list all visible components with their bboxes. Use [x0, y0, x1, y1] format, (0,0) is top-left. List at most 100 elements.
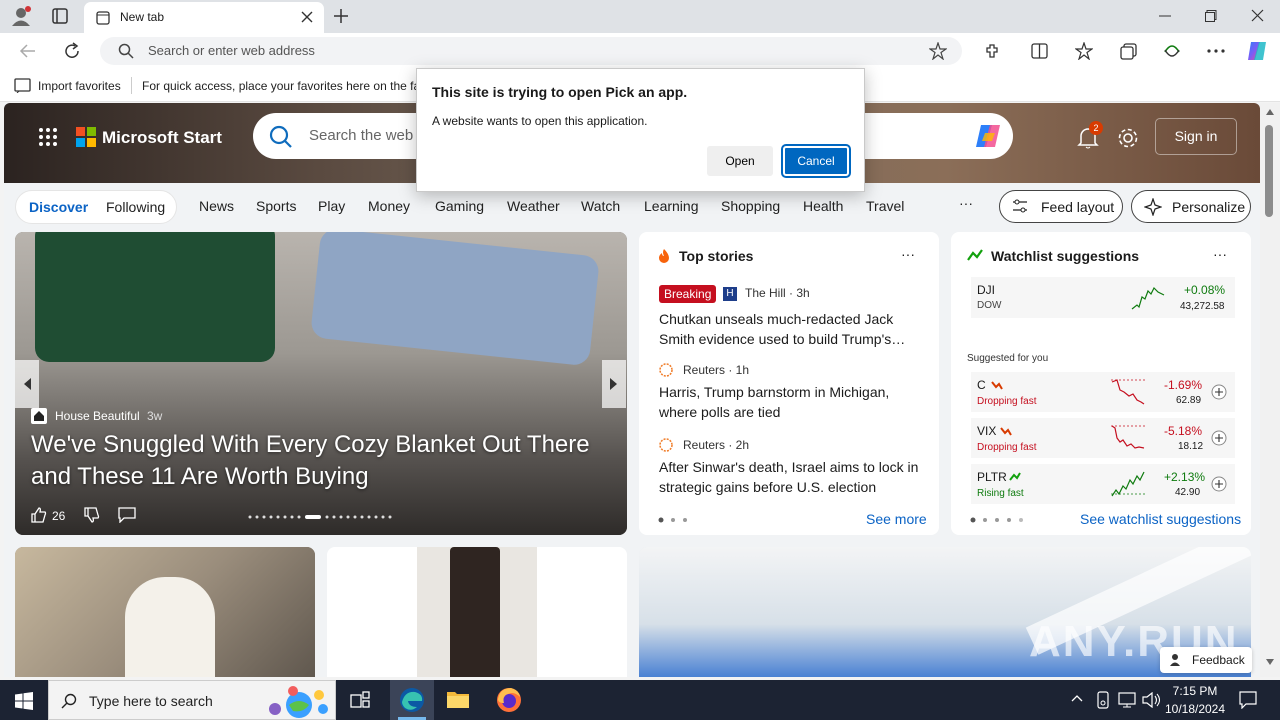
- nav-more-button[interactable]: ···: [959, 195, 973, 211]
- address-bar[interactable]: Search or enter web address: [100, 37, 962, 65]
- pager-dots[interactable]: [658, 517, 690, 523]
- scroll-up-icon[interactable]: [1266, 109, 1274, 115]
- personalize-button[interactable]: Personalize: [1131, 190, 1251, 223]
- copilot-icon[interactable]: [973, 121, 1003, 151]
- tab-new-tab[interactable]: New tab: [84, 2, 324, 33]
- settings-more-icon[interactable]: [1207, 49, 1225, 53]
- task-view-icon[interactable]: [350, 691, 370, 709]
- nav-play[interactable]: Play: [318, 198, 345, 214]
- story-3-headline[interactable]: After Sinwar's death, Israel aims to loc…: [659, 457, 929, 497]
- nav-learning[interactable]: Learning: [644, 198, 699, 214]
- copilot-icon[interactable]: [1245, 39, 1269, 63]
- add-favorite-icon[interactable]: [929, 42, 947, 60]
- collections-icon[interactable]: [1120, 43, 1137, 60]
- nav-health[interactable]: Health: [803, 198, 843, 214]
- stock-row-pltr[interactable]: PLTR Rising fast +2.13% 42.90: [971, 464, 1235, 504]
- dialog-message: A website wants to open this application…: [432, 114, 648, 128]
- import-favorites-button[interactable]: Import favorites: [38, 79, 121, 93]
- new-tab-button[interactable]: [333, 8, 349, 24]
- pants-image: [450, 547, 500, 677]
- clock-time[interactable]: 7:15 PM: [1164, 684, 1226, 698]
- feed-layout-button[interactable]: Feed layout: [999, 190, 1123, 223]
- top-stories-more-button[interactable]: ···: [901, 246, 915, 262]
- open-button[interactable]: Open: [707, 146, 773, 176]
- volume-icon[interactable]: [1142, 692, 1160, 708]
- maximize-icon[interactable]: [1205, 10, 1217, 22]
- sign-in-button[interactable]: Sign in: [1155, 118, 1237, 155]
- article-card-pants[interactable]: [327, 547, 627, 677]
- firefox-icon[interactable]: [496, 687, 522, 713]
- story-1-headline[interactable]: Chutkan unseals much-redacted Jack Smith…: [659, 309, 919, 349]
- top-stories-title: Top stories: [679, 248, 754, 264]
- watchlist-more-button[interactable]: ···: [1213, 246, 1227, 262]
- hero-article-card[interactable]: House Beautiful 3w We've Snuggled With E…: [15, 232, 627, 535]
- close-window-icon[interactable]: [1251, 9, 1264, 22]
- house-beautiful-logo-icon: [31, 408, 47, 424]
- pivot-following[interactable]: Following: [106, 199, 165, 215]
- nav-news[interactable]: News: [199, 198, 234, 214]
- import-icon: [14, 78, 31, 93]
- dji-sparkline: [1131, 283, 1165, 311]
- add-c-icon[interactable]: [1211, 384, 1227, 400]
- nav-watch[interactable]: Watch: [581, 198, 620, 214]
- tab-title: New tab: [120, 10, 165, 24]
- stock-row-vix[interactable]: VIX Dropping fast -5.18% 18.12: [971, 418, 1235, 458]
- hero-source: House Beautiful: [55, 409, 140, 423]
- scroll-thumb[interactable]: [1265, 125, 1273, 217]
- network-icon[interactable]: [1118, 692, 1136, 708]
- split-screen-icon[interactable]: [1031, 43, 1048, 59]
- apps-grid-icon[interactable]: [38, 127, 58, 147]
- edge-taskbar-button[interactable]: [390, 680, 434, 720]
- back-icon[interactable]: [19, 42, 37, 60]
- nav-money[interactable]: Money: [368, 198, 410, 214]
- nav-shopping[interactable]: Shopping: [721, 198, 780, 214]
- extensions-icon[interactable]: [984, 43, 1000, 59]
- minimize-icon[interactable]: [1159, 10, 1171, 22]
- add-vix-icon[interactable]: [1211, 430, 1227, 446]
- page-scrollbar[interactable]: [1260, 103, 1280, 677]
- add-pltr-icon[interactable]: [1211, 476, 1227, 492]
- scroll-down-icon[interactable]: [1266, 659, 1274, 665]
- pivot-discover[interactable]: Discover: [29, 199, 88, 215]
- refresh-icon[interactable]: [63, 42, 81, 60]
- device-icon[interactable]: [1095, 691, 1111, 709]
- windows-start-icon[interactable]: [15, 692, 33, 710]
- carousel-next-button[interactable]: [602, 360, 626, 408]
- file-explorer-icon[interactable]: [446, 688, 470, 710]
- carousel-prev-button[interactable]: [15, 360, 39, 408]
- taskbar-search-box[interactable]: Type here to search: [48, 680, 336, 720]
- notification-center-icon[interactable]: [1239, 691, 1257, 709]
- article-card-pope[interactable]: [15, 547, 315, 677]
- open-app-dialog: This site is trying to open Pick an app.…: [416, 68, 865, 192]
- clock-date[interactable]: 10/18/2024: [1164, 702, 1226, 716]
- hero-title[interactable]: We've Snuggled With Every Cozy Blanket O…: [31, 429, 606, 493]
- notification-badge: 2: [1089, 121, 1103, 135]
- dji-symbol: DJI: [977, 283, 995, 297]
- like-icon[interactable]: [30, 506, 48, 524]
- nav-sports[interactable]: Sports: [256, 198, 296, 214]
- stock-row-c[interactable]: C Dropping fast -1.69% 62.89: [971, 372, 1235, 412]
- down-trend-icon: [991, 381, 1003, 390]
- comment-icon[interactable]: [118, 507, 136, 523]
- see-more-link[interactable]: See more: [866, 511, 927, 527]
- settings-gear-icon[interactable]: [1117, 127, 1139, 149]
- tab-actions-icon[interactable]: [52, 8, 68, 24]
- see-watchlist-suggestions-link[interactable]: See watchlist suggestions: [1080, 511, 1241, 527]
- close-tab-icon[interactable]: [301, 11, 313, 23]
- profile-icon[interactable]: [10, 5, 32, 27]
- nav-weather[interactable]: Weather: [507, 198, 560, 214]
- nav-gaming[interactable]: Gaming: [435, 198, 484, 214]
- story-2-headline[interactable]: Harris, Trump barnstorm in Michigan, whe…: [659, 382, 919, 422]
- show-hidden-icons-icon[interactable]: [1071, 694, 1083, 702]
- carousel-dots[interactable]: [247, 515, 397, 519]
- browser-essentials-icon[interactable]: [1163, 42, 1181, 60]
- pivot-switch: Discover Following: [15, 190, 177, 224]
- pager-dots[interactable]: [970, 517, 1026, 523]
- nav-travel[interactable]: Travel: [866, 198, 904, 214]
- favorites-icon[interactable]: [1075, 42, 1093, 60]
- green-blanket-image: [35, 232, 275, 362]
- dislike-icon[interactable]: [83, 506, 101, 524]
- cancel-button[interactable]: Cancel: [781, 144, 851, 178]
- dji-row[interactable]: DJI DOW +0.08% 43,272.58: [971, 277, 1235, 318]
- feedback-button[interactable]: Feedback: [1160, 647, 1252, 673]
